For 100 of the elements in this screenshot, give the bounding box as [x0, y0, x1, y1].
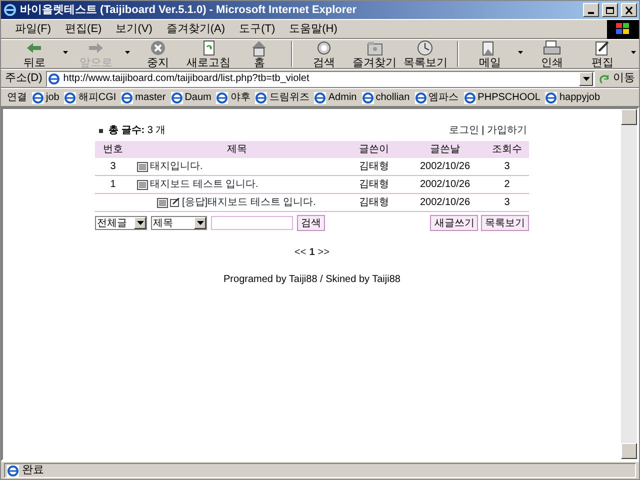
link[interactable]: 해피CGI	[64, 90, 116, 105]
menu-item[interactable]: 파일(F)	[9, 20, 58, 38]
toolbar-button[interactable]: 홈	[234, 39, 285, 69]
link[interactable]: happyjob	[545, 90, 600, 105]
menu-item[interactable]: 도구(T)	[233, 20, 282, 38]
link[interactable]: chollian	[362, 90, 410, 105]
toolbar-button[interactable]: 뒤로	[9, 39, 60, 69]
table-cell-text: 2002/10/26	[418, 178, 472, 192]
close-icon	[624, 6, 634, 14]
maximize-icon	[605, 6, 615, 14]
reply-icon	[170, 198, 180, 207]
dropdown-arrow-icon	[136, 221, 144, 225]
table-cell-text: 2	[503, 178, 511, 192]
page-icon	[48, 72, 60, 84]
search-field[interactable]	[211, 216, 293, 230]
previous-link[interactable]: <<	[294, 245, 306, 260]
toolbar-button[interactable]: 검색	[298, 39, 350, 69]
go-button[interactable]: 이동	[599, 70, 635, 87]
table-cell-text: 3	[109, 160, 117, 174]
page-icon	[170, 92, 183, 104]
toolbar-button[interactable]: 편집	[577, 39, 628, 69]
toolbar-button[interactable]: 새로고침	[183, 39, 234, 69]
table-cell-text: 1	[109, 178, 117, 192]
toolbar-button[interactable]: 목록보기	[400, 39, 451, 69]
menu-item[interactable]: 편집(E)	[59, 20, 108, 38]
link[interactable]: PHPSCHOOL	[464, 90, 540, 105]
total-count: 총 글수: 3 개	[108, 124, 166, 138]
next-link[interactable]: >>	[318, 245, 330, 260]
dropdown-arrow-icon[interactable]	[62, 51, 68, 54]
bullet-icon	[99, 128, 103, 132]
minimize-icon	[588, 12, 594, 14]
search-button[interactable]: 검색	[297, 215, 325, 231]
go-arrow-icon	[599, 72, 611, 84]
toolbar-button[interactable]: 중지	[132, 39, 184, 69]
menu-item[interactable]: 도움말(H)	[283, 20, 344, 38]
window-title: 바이올렛테스트 (Taijiboard Ver.5.1.0) - Microsoft Internet Explorer	[20, 2, 358, 18]
dropdown-arrow-icon[interactable]	[582, 76, 590, 80]
select-field[interactable]: 전체글	[95, 216, 147, 230]
menu-item[interactable]: 즐겨찾기(A)	[160, 20, 232, 38]
column-header: 제목	[226, 143, 248, 157]
page-icon	[7, 464, 19, 476]
post-title-link[interactable]: 태지입니다.	[150, 159, 203, 174]
page-icon	[362, 92, 374, 104]
status-text: 완료	[22, 463, 44, 478]
table-cell-text: 김태형	[358, 196, 390, 210]
document-icon	[137, 180, 148, 190]
list-button[interactable]: 목록보기	[481, 215, 529, 231]
link[interactable]: Daum	[170, 90, 212, 105]
document-icon	[157, 198, 168, 208]
toolbar-button[interactable]: 인쇄	[526, 39, 578, 69]
page-icon	[32, 92, 44, 104]
address-label: 주소(D)	[5, 71, 42, 86]
table-cell-text: 김태형	[358, 178, 390, 192]
minimize-button[interactable]	[583, 3, 599, 17]
address-field[interactable]: http://www.taijiboard.com/taijiboard/list.php?tb=tb_violet	[46, 70, 595, 86]
page-icon	[64, 92, 76, 104]
table-cell-text: 2002/10/26	[418, 196, 472, 210]
page-icon	[255, 92, 268, 104]
footer-credit: Programed by Taiji88 / Skined by Taiji88	[224, 273, 400, 287]
link[interactable]: Admin	[314, 90, 357, 105]
link[interactable]: 야후	[216, 90, 250, 105]
dropdown-arrow-icon[interactable]	[518, 51, 524, 54]
links-label: 연결	[7, 91, 27, 105]
table-cell-text: 3	[503, 160, 511, 174]
page-icon	[314, 92, 326, 104]
write-button[interactable]: 새글쓰기	[430, 215, 478, 231]
toolbar-button[interactable]: 메일	[464, 39, 516, 69]
join-link[interactable]: 가입하기	[487, 123, 527, 138]
page-link[interactable]: 1	[309, 245, 315, 260]
dropdown-arrow-icon[interactable]	[124, 51, 130, 54]
link[interactable]: 엠파스	[414, 90, 459, 105]
dropdown-arrow-icon	[196, 221, 204, 225]
close-button[interactable]	[621, 3, 637, 17]
folder-icon	[364, 39, 385, 57]
windows-logo-icon	[616, 23, 630, 35]
link[interactable]: master	[121, 90, 166, 105]
link-separator: |	[482, 124, 484, 138]
link[interactable]: 드림위즈	[255, 90, 310, 105]
table-cell-text: 2002/10/26	[418, 160, 472, 174]
scrollbar[interactable]	[621, 109, 637, 459]
toolbar-button[interactable]: 즐겨찾기	[349, 39, 400, 69]
clock-icon	[415, 39, 436, 57]
select-field[interactable]: 제목	[151, 216, 207, 230]
link[interactable]: job	[32, 90, 60, 105]
dropdown-arrow-icon[interactable]	[630, 51, 636, 54]
maximize-button[interactable]	[602, 3, 618, 17]
table-cell-text: 김태형	[358, 160, 390, 174]
post-title-link[interactable]: 태지보드 테스트 입니다.	[150, 177, 258, 192]
post-title-link[interactable]: [응답]태지보드 테스트 입니다.	[182, 195, 316, 210]
page-icon	[545, 92, 558, 104]
login-link[interactable]: 로그인	[448, 123, 479, 138]
document-icon	[137, 162, 148, 172]
menu-item[interactable]: 보기(V)	[110, 20, 158, 38]
page-icon	[414, 92, 427, 104]
ie-icon	[3, 3, 17, 17]
page-icon	[121, 92, 134, 104]
column-header: 번호	[102, 143, 124, 157]
column-header: 글쓴이	[358, 143, 390, 157]
page-icon	[464, 92, 476, 104]
table-cell-text: 3	[503, 196, 511, 210]
